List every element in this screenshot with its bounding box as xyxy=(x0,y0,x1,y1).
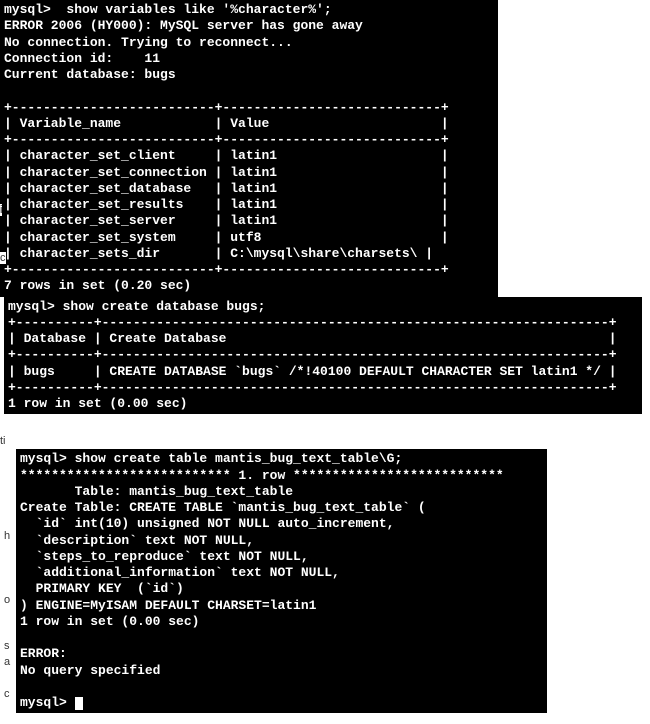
background-fragment: a xyxy=(4,656,10,668)
table-row: | character_sets_dir | C:\mysql\share\ch… xyxy=(4,246,433,261)
table-separator: +----------+----------------------------… xyxy=(8,380,617,395)
connection-id-line: Connection id: 11 xyxy=(4,51,160,66)
create-table-line: `id` int(10) unsigned NOT NULL auto_incr… xyxy=(20,516,394,531)
table-separator: +--------------------------+------------… xyxy=(4,100,449,115)
table-row: | character_set_results | latin1 | xyxy=(4,197,449,212)
create-table-line: `steps_to_reproduce` text NOT NULL, xyxy=(20,549,309,564)
background-fragment: i xyxy=(0,204,2,216)
create-table-line: ) ENGINE=MyISAM DEFAULT CHARSET=latin1 xyxy=(20,598,316,613)
table-row: | character_set_server | latin1 | xyxy=(4,213,449,228)
error-label: ERROR: xyxy=(20,646,67,661)
table-row: | character_set_system | utf8 | xyxy=(4,230,449,245)
reconnect-line: No connection. Trying to reconnect... xyxy=(4,35,293,50)
table-row: | character_set_database | latin1 | xyxy=(4,181,449,196)
background-fragment: c xyxy=(4,688,10,700)
error-line: ERROR 2006 (HY000): MySQL server has gon… xyxy=(4,18,363,33)
current-database-line: Current database: bugs xyxy=(4,67,176,82)
table-row: | character_set_connection | latin1 | xyxy=(4,165,449,180)
row-marker: *************************** 1. row *****… xyxy=(20,468,504,483)
create-table-line: `additional_information` text NOT NULL, xyxy=(20,565,340,580)
no-query-line: No query specified xyxy=(20,663,160,678)
mysql-prompt-line: mysql> show create table mantis_bug_text… xyxy=(20,451,402,466)
background-fragment: o xyxy=(4,594,10,606)
table-separator: +--------------------------+------------… xyxy=(4,132,449,147)
cursor-icon xyxy=(75,697,83,710)
terminal-output-create-database: mysql> show create database bugs; +-----… xyxy=(4,297,642,415)
mysql-prompt[interactable]: mysql> xyxy=(20,695,75,710)
table-separator: +----------+----------------------------… xyxy=(8,347,617,362)
create-table-line: `description` text NOT NULL, xyxy=(20,533,254,548)
result-footer: 1 row in set (0.00 sec) xyxy=(8,396,187,411)
table-header: | Variable_name | Value | xyxy=(4,116,449,131)
background-fragment: ti xyxy=(0,435,6,447)
background-fragment: s xyxy=(4,640,10,652)
terminal-output-create-table: mysql> show create table mantis_bug_text… xyxy=(16,449,547,713)
table-separator: +----------+----------------------------… xyxy=(8,315,617,330)
create-table-line: Create Table: CREATE TABLE `mantis_bug_t… xyxy=(20,500,426,515)
result-footer: 1 row in set (0.00 sec) xyxy=(20,614,199,629)
background-fragment: c xyxy=(0,252,6,264)
background-fragment: h xyxy=(4,530,10,542)
result-footer: 7 rows in set (0.20 sec) xyxy=(4,278,191,293)
table-row: | bugs | CREATE DATABASE `bugs` /*!40100… xyxy=(8,364,617,379)
mysql-prompt-line: mysql> show variables like '%character%'… xyxy=(4,2,332,17)
table-row: | character_set_client | latin1 | xyxy=(4,148,449,163)
mysql-prompt-line: mysql> show create database bugs; xyxy=(8,299,265,314)
table-header: | Database | Create Database | xyxy=(8,331,617,346)
table-name-line: Table: mantis_bug_text_table xyxy=(20,484,293,499)
create-table-line: PRIMARY KEY (`id`) xyxy=(20,581,184,596)
terminal-output-variables: mysql> show variables like '%character%'… xyxy=(0,0,498,297)
table-separator: +--------------------------+------------… xyxy=(4,262,449,277)
